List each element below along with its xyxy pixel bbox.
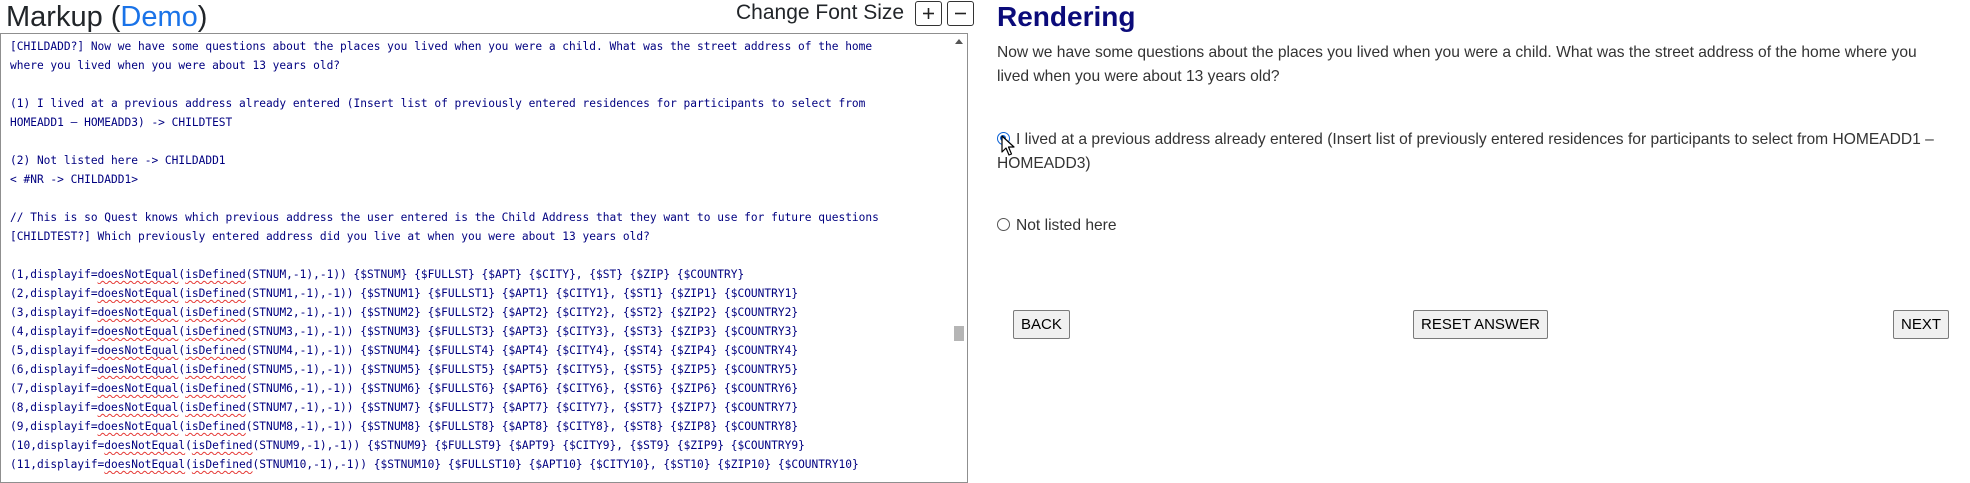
code-token: (	[185, 439, 192, 452]
answer-option-label: Not listed here	[1016, 217, 1117, 234]
code-token: doesNotEqual	[97, 420, 179, 433]
code-token: (STNUM1,-1),-1)) {$STNUM1} {$FULLST1} {$…	[245, 287, 799, 300]
markup-title-prefix: Markup (	[6, 1, 121, 33]
code-token: isDefined	[185, 363, 246, 376]
radio-button[interactable]	[997, 218, 1010, 231]
code-token: isDefined	[185, 268, 246, 281]
markup-line: [CHILDADD?] Now we have some questions a…	[10, 40, 873, 53]
code-token: isDefined	[185, 382, 246, 395]
markup-code-line: (6,displayif=doesNotEqual(isDefined(STNU…	[10, 360, 950, 379]
scroll-up-arrow-icon[interactable]	[955, 39, 963, 44]
code-token: isDefined	[185, 420, 246, 433]
code-token: (STNUM6,-1),-1)) {$STNUM6} {$FULLST6} {$…	[245, 382, 799, 395]
markup-editor-text[interactable]: [CHILDADD?] Now we have some questions a…	[10, 37, 950, 474]
back-button[interactable]: BACK	[1013, 310, 1070, 339]
markup-code-line: (10,displayif=doesNotEqual(isDefined(STN…	[10, 436, 950, 455]
markup-panel-title: Markup (Demo)	[6, 0, 207, 34]
code-token: doesNotEqual	[97, 306, 179, 319]
code-token: doesNotEqual	[97, 287, 179, 300]
demo-link[interactable]: Demo	[120, 1, 197, 33]
code-token: (8,displayif=	[10, 401, 98, 414]
mouse-cursor-icon	[1001, 135, 1015, 156]
markup-line: (1) I lived at a previous address alread…	[10, 97, 866, 110]
increase-font-button[interactable]	[915, 0, 943, 26]
code-token: (10,displayif=	[10, 439, 105, 452]
markup-code-line: (7,displayif=doesNotEqual(isDefined(STNU…	[10, 379, 950, 398]
code-token: isDefined	[185, 344, 246, 357]
code-token: (3,displayif=	[10, 306, 98, 319]
markup-editor[interactable]: [CHILDADD?] Now we have some questions a…	[0, 33, 968, 483]
code-token: (STNUM5,-1),-1)) {$STNUM5} {$FULLST5} {$…	[245, 363, 799, 376]
markup-code-line: (11,displayif=doesNotEqual(isDefined(STN…	[10, 455, 950, 474]
question-text: Now we have some questions about the pla…	[997, 44, 1917, 85]
code-token: doesNotEqual	[97, 363, 179, 376]
markup-code-line: (5,displayif=doesNotEqual(isDefined(STNU…	[10, 341, 950, 360]
rendering-panel-title: Rendering	[997, 1, 1136, 32]
markup-code-line: (8,displayif=doesNotEqual(isDefined(STNU…	[10, 398, 950, 417]
scrollbar-thumb[interactable]	[954, 326, 964, 341]
code-token: isDefined	[185, 287, 246, 300]
markup-title-suffix: )	[197, 1, 208, 33]
markup-code-line: (2,displayif=doesNotEqual(isDefined(STNU…	[10, 284, 950, 303]
code-token: doesNotEqual	[97, 325, 179, 338]
code-token: (STNUM4,-1),-1)) {$STNUM4} {$FULLST4} {$…	[245, 344, 799, 357]
code-token: (STNUM3,-1),-1)) {$STNUM3} {$FULLST3} {$…	[245, 325, 799, 338]
code-token: isDefined	[191, 439, 253, 452]
code-token: isDefined	[185, 325, 246, 338]
code-token: (STNUM9,-1),-1)) {$STNUM9} {$FULLST9} {$…	[252, 439, 805, 452]
code-token: (STNUM,-1),-1)) {$STNUM} {$FULLST} {$APT…	[245, 268, 745, 281]
code-token: isDefined	[185, 306, 246, 319]
code-token: (9,displayif=	[10, 420, 98, 433]
code-token: (7,displayif=	[10, 382, 98, 395]
markup-line: [CHILDTEST?] Which previously entered ad…	[10, 230, 650, 243]
code-token: (	[185, 458, 192, 471]
next-button[interactable]: NEXT	[1893, 310, 1950, 339]
answer-option-previous-address[interactable]: I lived at a previous address already en…	[997, 128, 1952, 176]
code-token: (6,displayif=	[10, 363, 98, 376]
code-token: (5,displayif=	[10, 344, 98, 357]
code-token: doesNotEqual	[97, 268, 179, 281]
code-token: doesNotEqual	[97, 344, 179, 357]
markup-line	[10, 189, 950, 208]
markup-code-line: (3,displayif=doesNotEqual(isDefined(STNU…	[10, 303, 950, 322]
markup-code-line: (9,displayif=doesNotEqual(isDefined(STNU…	[10, 417, 950, 436]
markup-line: // This is so Quest knows which previous…	[10, 211, 879, 224]
editor-scrollbar[interactable]	[950, 34, 967, 482]
code-token: doesNotEqual	[104, 458, 186, 471]
code-token: (STNUM7,-1),-1)) {$STNUM7} {$FULLST7} {$…	[245, 401, 799, 414]
font-size-control: Change Font Size	[736, 0, 975, 26]
markup-line: (2) Not listed here -> CHILDADD1	[10, 154, 226, 167]
markup-code-line: (4,displayif=doesNotEqual(isDefined(STNU…	[10, 322, 950, 341]
markup-line	[10, 246, 950, 265]
code-token: (1,displayif=	[10, 268, 98, 281]
code-token: (2,displayif=	[10, 287, 98, 300]
code-token: (STNUM10,-1),-1)) {$STNUM10} {$FULLST10}…	[252, 458, 859, 471]
minus-square-icon	[955, 12, 967, 14]
reset-answer-button[interactable]: RESET ANSWER	[1413, 310, 1548, 339]
markup-code-line: (1,displayif=doesNotEqual(isDefined(STNU…	[10, 265, 950, 284]
code-token: doesNotEqual	[97, 401, 179, 414]
code-token: doesNotEqual	[104, 439, 186, 452]
plus-square-icon	[923, 7, 935, 19]
markup-line: HOMEADD1 – HOMEADD3) -> CHILDTEST	[10, 116, 233, 129]
code-token: isDefined	[185, 401, 246, 414]
code-token: (4,displayif=	[10, 325, 98, 338]
code-token: doesNotEqual	[97, 382, 179, 395]
answer-option-not-listed[interactable]: Not listed here	[997, 214, 1952, 238]
markup-line	[10, 132, 950, 151]
code-token: (11,displayif=	[10, 458, 105, 471]
markup-line: where you lived when you were about 13 y…	[10, 59, 341, 72]
code-token: isDefined	[191, 458, 253, 471]
decrease-font-button[interactable]	[947, 0, 975, 26]
markup-line: < #NR -> CHILDADD1>	[10, 173, 138, 186]
code-token: (STNUM2,-1),-1)) {$STNUM2} {$FULLST2} {$…	[245, 306, 799, 319]
font-size-label: Change Font Size	[736, 1, 905, 24]
code-token: (STNUM8,-1),-1)) {$STNUM8} {$FULLST8} {$…	[245, 420, 799, 433]
answer-option-label: I lived at a previous address already en…	[997, 131, 1934, 172]
markup-line	[10, 75, 950, 94]
